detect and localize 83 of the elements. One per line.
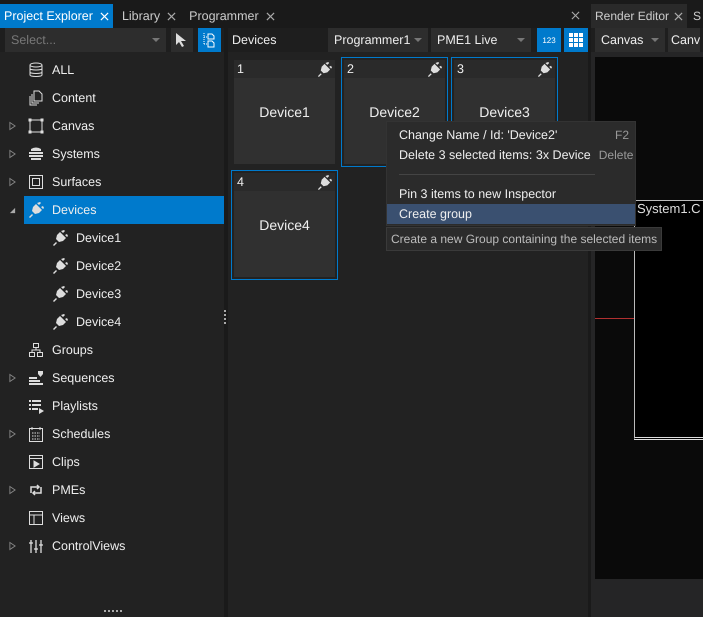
clip-icon [28,454,44,470]
plug-icon [317,62,332,76]
frame-icon [28,118,44,134]
plug-icon [427,62,442,76]
tree-item[interactable]: Device2 [48,252,224,280]
caret-icon [414,38,422,42]
tree-item[interactable]: ALL [24,56,224,84]
expand-arrow-icon[interactable] [8,485,16,495]
device-tile[interactable]: 1 Device1 [231,57,338,167]
tree-item[interactable]: Sequences [24,364,224,392]
plug-icon [28,202,44,218]
plug-icon [52,286,68,302]
playlist-icon [28,398,44,414]
close-icon[interactable] [571,11,580,20]
collapse-arrow-icon[interactable] [8,206,16,214]
close-icon[interactable] [674,12,684,20]
tile-name: Device1 [234,78,335,164]
plug-icon [52,230,68,246]
tree-item[interactable]: Playlists [24,392,224,420]
expand-arrow-icon[interactable] [8,177,16,187]
tile-number: 2 [347,62,354,76]
panel-tab[interactable]: Render Editor [591,4,688,28]
tree-item[interactable]: Content [24,84,224,112]
panel-tab[interactable]: Programmer [185,4,279,28]
close-icon[interactable] [167,12,176,20]
panel-title: Devices [232,33,278,47]
expand-arrow-icon[interactable] [8,121,16,131]
programmer-dropdown[interactable]: Programmer1 [328,28,428,52]
panel-tab[interactable]: Library [118,4,180,28]
resize-grip[interactable] [104,610,122,614]
tree-item[interactable]: Schedules [24,420,224,448]
caret-icon [651,38,659,42]
pages-icon [28,90,44,106]
expand-arrow-icon[interactable] [8,149,16,159]
caret-icon [517,38,525,42]
database-icon [28,62,44,78]
cycle-icon [28,482,44,498]
plug-icon [537,62,552,76]
tile-number: 4 [237,175,244,189]
tree-item[interactable]: Views [24,504,224,532]
expand-arrow-icon[interactable] [8,541,16,551]
grid-icon [568,32,584,48]
menu-item[interactable]: Create group [387,204,635,224]
plug-icon [52,314,68,330]
expand-arrow-icon[interactable] [8,373,16,383]
tree-item[interactable]: Device1 [48,224,224,252]
canvas-dropdown[interactable]: Canv [668,28,700,52]
tree-item[interactable]: Clips [24,448,224,476]
numbers-button[interactable]: 123 [537,28,561,52]
tree-item[interactable]: ControlViews [24,532,224,560]
hierarchy-icon [28,342,44,358]
tree-item[interactable]: Canvas [24,112,224,140]
panel-tab[interactable]: S [689,4,703,28]
device-tile[interactable]: 4 Device4 [231,170,338,280]
sequence-icon [28,370,44,386]
canvas-dropdown[interactable]: Canvas [595,28,665,52]
tree-item[interactable]: Systems [24,140,224,168]
tree-item[interactable]: Device4 [48,308,224,336]
caret-icon [152,38,160,42]
expand-arrow-icon[interactable] [8,429,16,439]
grid-view-button[interactable] [564,28,588,52]
tree-item[interactable]: Surfaces [24,168,224,196]
pme-dropdown[interactable]: PME1 Live [431,28,531,52]
tree-item[interactable]: Device3 [48,280,224,308]
tree-view-button[interactable] [198,28,222,52]
layout-icon [28,510,44,526]
tree-item[interactable]: PMEs [24,476,224,504]
plug-icon [317,174,332,190]
plug-icon [52,258,68,274]
surface-icon [28,174,44,190]
panel-tab[interactable]: Project Explorer [0,4,113,28]
tile-name: Device4 [234,191,335,277]
calendar-icon [28,426,44,442]
tile-number: 1 [237,62,244,76]
menu-item[interactable]: Pin 3 items to new Inspector [387,184,635,204]
tile-number: 3 [457,62,464,76]
close-icon[interactable] [266,12,275,20]
tree-item[interactable]: Devices [24,196,224,224]
tree-item[interactable]: Groups [24,336,224,364]
pointer-button[interactable] [170,28,194,52]
sliders-icon [28,538,44,554]
server-icon [28,146,44,162]
tooltip: Create a new Group containing the selected items [386,227,662,251]
